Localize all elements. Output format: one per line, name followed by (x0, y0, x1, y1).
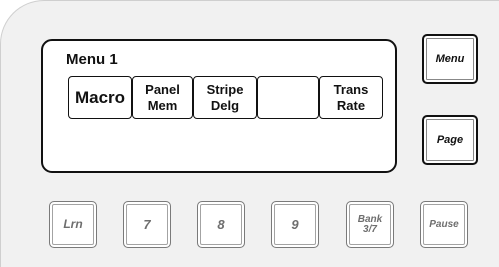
page-button[interactable]: Page (422, 115, 478, 165)
softkey-label-line2: Delg (210, 97, 240, 113)
key-9[interactable]: 9 (271, 201, 319, 248)
softkey-label-line2: Mem (147, 97, 178, 113)
key-label-line1: Bank (357, 213, 383, 225)
softkey-stripe-delg[interactable]: Stripe Delg (193, 76, 257, 119)
softkey-label: Macro (74, 87, 126, 107)
key-label-line2: 3/7 (363, 223, 377, 235)
learn-key[interactable]: Lrn (49, 201, 97, 248)
key-label: 7 (143, 217, 151, 232)
bank-key[interactable]: Bank 3/7 (346, 201, 394, 248)
key-7[interactable]: 7 (123, 201, 171, 248)
softkey-label-line1: Panel (145, 81, 180, 97)
pause-key[interactable]: Pause (420, 201, 468, 248)
menu-button[interactable]: Menu (422, 34, 478, 84)
key-label: Pause (429, 218, 459, 230)
softkey-panel-mem[interactable]: Panel Mem (132, 76, 193, 119)
menu-title: Menu 1 (66, 51, 118, 68)
key-8[interactable]: 8 (197, 201, 245, 248)
softkey-empty[interactable] (257, 76, 319, 119)
key-label: 8 (217, 217, 225, 232)
key-label: 9 (291, 217, 299, 232)
page-button-label: Page (436, 134, 464, 146)
softkey-macro[interactable]: Macro (68, 76, 132, 119)
key-label: Lrn (63, 217, 83, 231)
softkey-label-line1: Trans (333, 81, 369, 97)
softkey-trans-rate[interactable]: Trans Rate (319, 76, 383, 119)
softkey-label-line1: Stripe (206, 81, 244, 97)
menu-button-label: Menu (435, 53, 465, 65)
softkey-label-line2: Rate (336, 97, 366, 113)
